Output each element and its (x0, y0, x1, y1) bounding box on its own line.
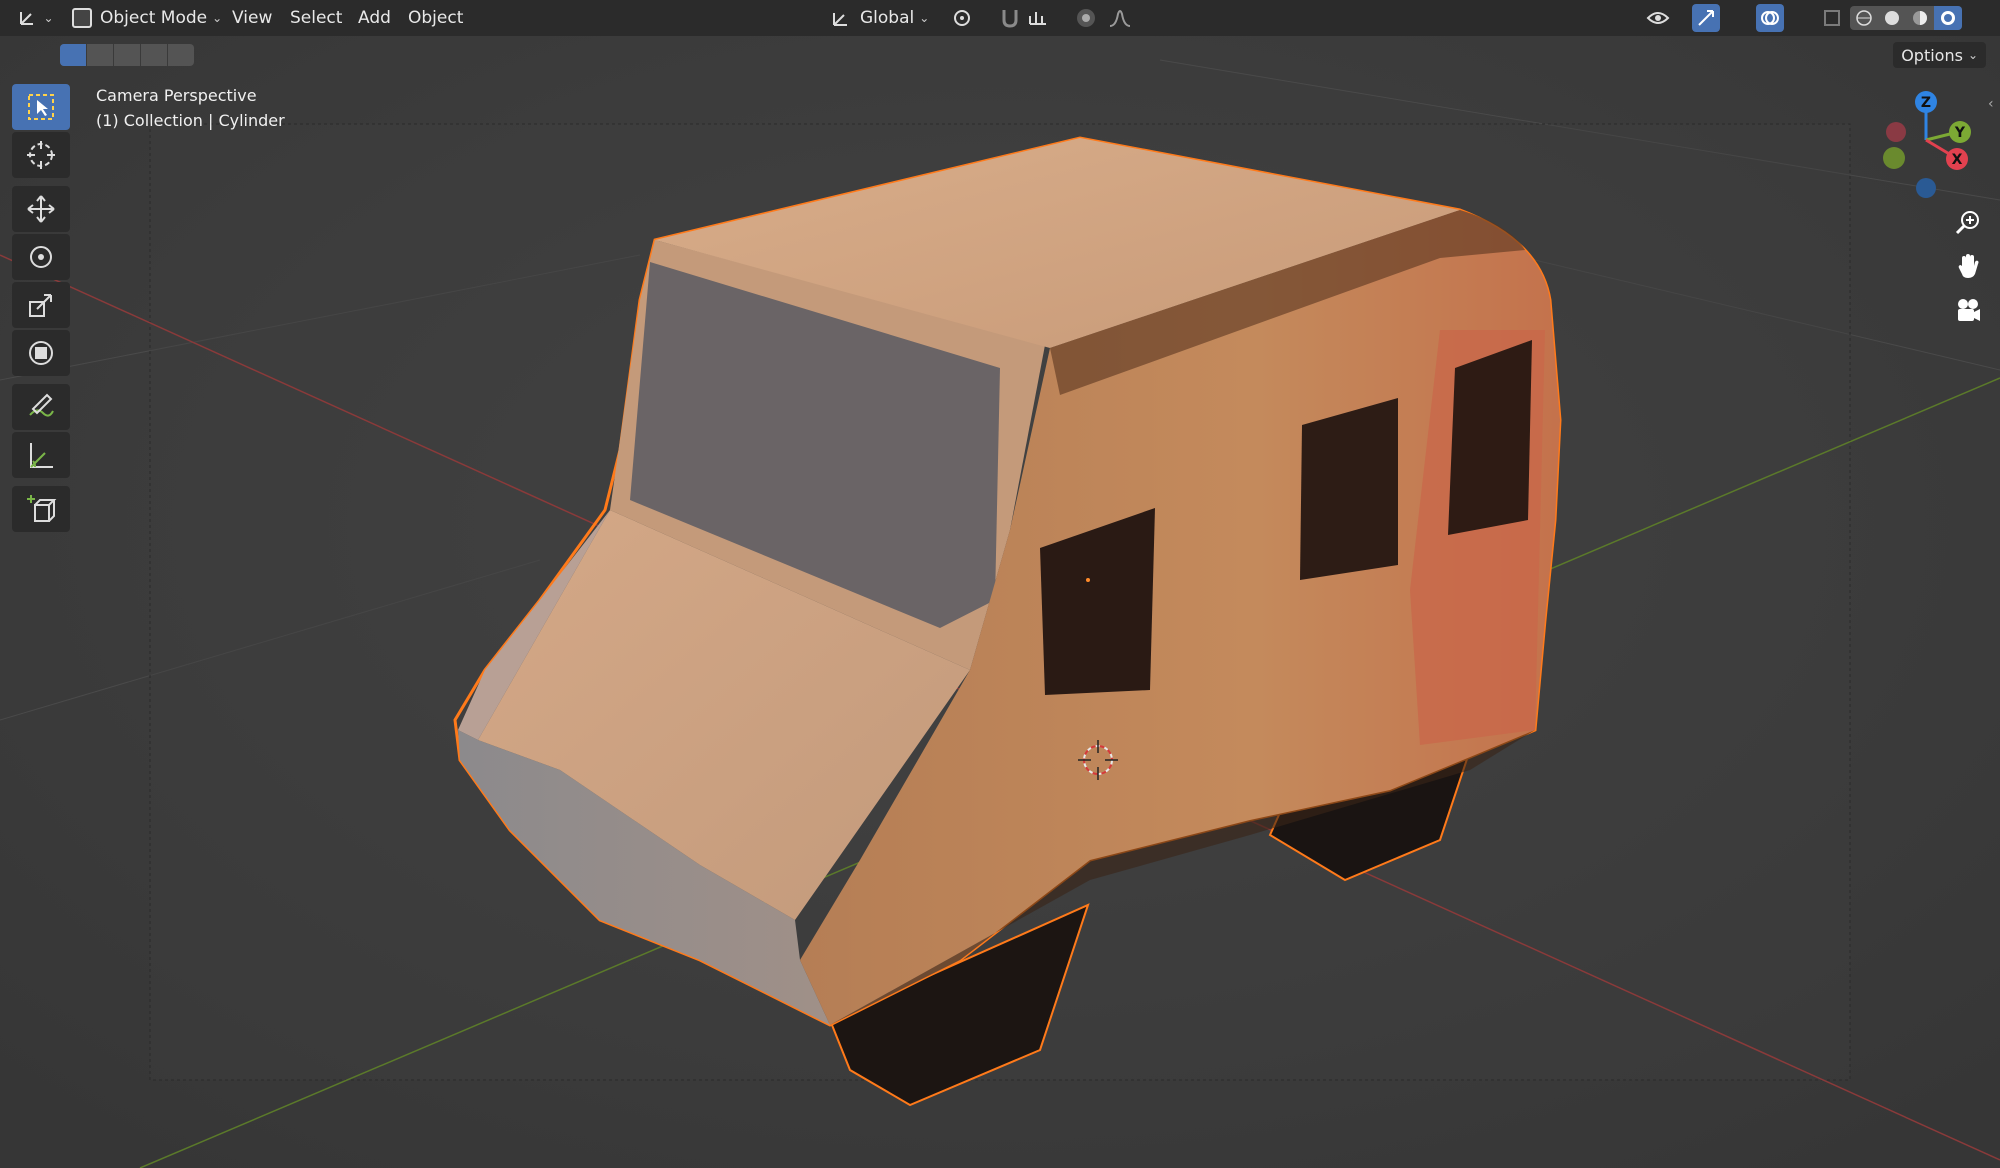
zoom-icon (1955, 211, 1979, 235)
gizmo-y-label: Y (1954, 125, 1966, 141)
scale-tool[interactable] (12, 282, 70, 328)
select-subtract-icon[interactable] (114, 44, 141, 66)
solid-shading-icon[interactable] (1878, 6, 1906, 30)
menu-select[interactable]: Select (280, 4, 352, 32)
gizmo-x-label: X (1952, 152, 1963, 168)
select-invert-icon[interactable] (141, 44, 168, 66)
rotate-tool[interactable] (12, 234, 70, 280)
gizmo-neg-x[interactable] (1886, 122, 1906, 142)
scene-canvas[interactable] (0, 0, 2000, 1168)
move-icon (27, 195, 55, 223)
options-label: Options (1901, 45, 1963, 65)
rotate-icon (30, 246, 52, 268)
select-extend-icon[interactable] (87, 44, 114, 66)
gizmo-neg-y[interactable] (1883, 147, 1905, 169)
transform-tool[interactable] (12, 330, 70, 376)
cursor-tool[interactable] (12, 132, 70, 178)
select-box-tool[interactable] (12, 84, 70, 130)
editor-type-button[interactable]: ⌄ (14, 4, 56, 32)
transform-orientation-label: Global (860, 8, 915, 28)
snap-increment-icon[interactable] (1024, 4, 1052, 32)
measure-tool[interactable] (12, 432, 70, 478)
select-box-icon (28, 94, 54, 120)
orientation-axes-icon (20, 12, 34, 25)
origin-point (1086, 578, 1090, 582)
tool-shelf (12, 84, 72, 534)
gizmo-neg-z[interactable] (1916, 178, 1936, 198)
navigation-gizmo[interactable]: Z Y X (1870, 86, 1980, 206)
options-dropdown[interactable]: Options ⌄ (1893, 42, 1986, 68)
add-cube-icon (27, 495, 57, 522)
mode-dropdown[interactable]: Object Mode ⌄ (66, 4, 228, 32)
mode-label: Object Mode (100, 8, 208, 28)
scale-icon (29, 294, 52, 317)
gizmo-z-label: Z (1921, 95, 1931, 111)
tool-header: Options ⌄ (0, 36, 2000, 72)
menu-view[interactable]: View (222, 4, 282, 32)
visibility-eye-icon[interactable] (1644, 4, 1672, 32)
transform-icon (29, 341, 53, 365)
proportional-editing-icon[interactable] (1072, 4, 1100, 32)
sidebar-toggle-icon[interactable]: ‹ (1988, 96, 1994, 112)
wireframe-shading-icon[interactable] (1850, 6, 1878, 30)
add-cube-tool[interactable] (12, 486, 70, 532)
material-shading-icon[interactable] (1906, 6, 1934, 30)
annotate-icon (29, 393, 54, 417)
menu-add[interactable]: Add (348, 4, 401, 32)
snap-icon[interactable] (996, 4, 1024, 32)
camera-icon (1958, 299, 1980, 321)
camera-view-button[interactable] (1948, 290, 1988, 330)
object-mode-icon (72, 8, 92, 28)
zoom-view-button[interactable] (1948, 202, 1988, 242)
select-new-icon[interactable] (60, 44, 87, 66)
shading-mode-buttons[interactable] (1850, 6, 1962, 30)
gizmo-toggle-icon[interactable] (1692, 4, 1720, 32)
hand-icon (1958, 254, 1979, 278)
orientation-icon (833, 13, 847, 26)
measure-icon (30, 443, 53, 468)
overlays-toggle-icon[interactable] (1756, 4, 1784, 32)
view-name: Camera Perspective (96, 86, 257, 105)
select-intersect-icon[interactable] (168, 44, 194, 66)
menu-object[interactable]: Object (398, 4, 473, 32)
transform-orientation-dropdown[interactable]: Global ⌄ (830, 4, 929, 32)
rendered-shading-icon[interactable] (1934, 6, 1962, 30)
collection-info: (1) Collection | Cylinder (96, 111, 285, 130)
pan-view-button[interactable] (1948, 246, 1988, 286)
annotate-tool[interactable] (12, 384, 70, 430)
xray-toggle-icon[interactable] (1818, 4, 1846, 32)
viewport-header: ⌄ Object Mode ⌄ View Select Add Object G… (0, 0, 2000, 36)
3d-viewport[interactable] (0, 0, 2000, 1168)
selection-mode-buttons[interactable] (60, 44, 194, 66)
move-tool[interactable] (12, 186, 70, 232)
falloff-curve-icon[interactable] (1106, 4, 1134, 32)
pivot-point-icon[interactable] (948, 4, 976, 32)
cursor-icon (27, 141, 55, 169)
